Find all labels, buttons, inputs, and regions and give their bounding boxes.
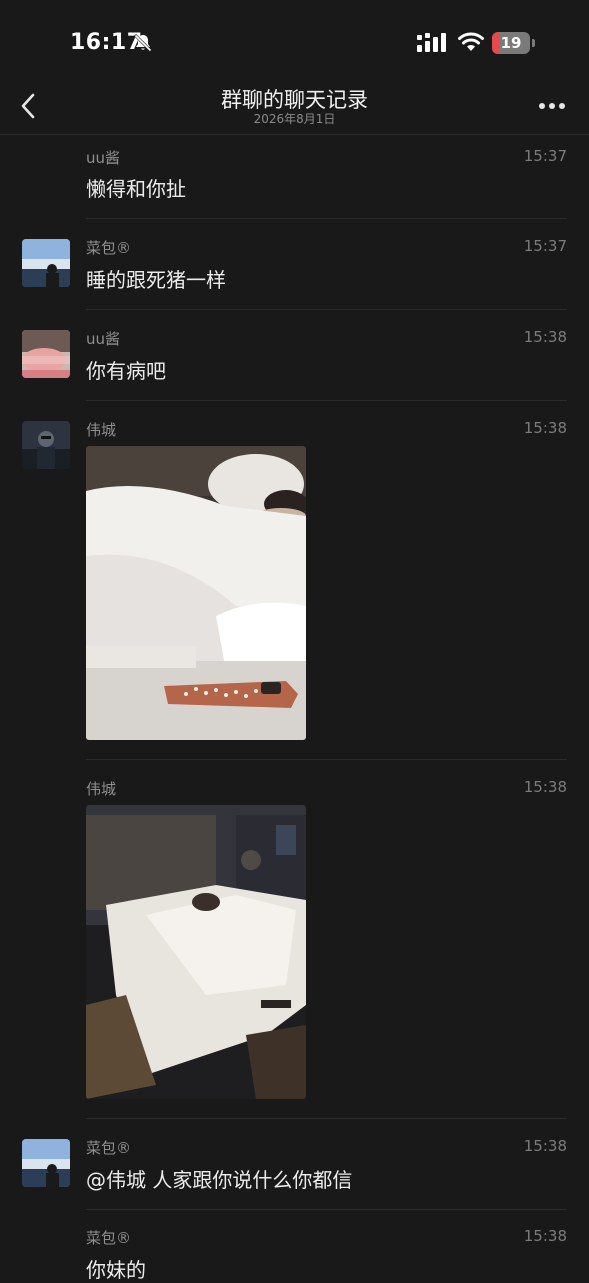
message-time: 15:38	[523, 778, 567, 796]
message-text[interactable]: @伟城 人家跟你说什么你都信	[86, 1164, 352, 1193]
message-text[interactable]: 睡的跟死猪一样	[86, 264, 226, 293]
avatar[interactable]	[22, 239, 70, 287]
avatar[interactable]	[22, 1139, 70, 1187]
bell-slash-icon	[133, 33, 153, 53]
message-sender: 菜包®	[86, 1229, 132, 1247]
message-time: 15:37	[523, 237, 567, 255]
message-time: 15:38	[523, 1137, 567, 1155]
avatar[interactable]	[22, 421, 70, 469]
ellipsis-icon[interactable]	[538, 102, 566, 110]
battery-level: 19	[500, 34, 522, 52]
message-sender: 伟城	[86, 421, 117, 439]
nav-bar: 群聊的聊天记录 2026年8月1日	[0, 80, 589, 135]
status-time: 16:17	[70, 30, 143, 55]
message-time: 15:38	[523, 419, 567, 437]
wifi-icon	[458, 32, 484, 51]
message-sender: 伟城	[86, 780, 117, 798]
message-text[interactable]: 你妹的	[86, 1254, 146, 1283]
message-item: 菜包® 15:38 @伟城 人家跟你说什么你都信	[0, 1119, 589, 1210]
message-sender: 菜包®	[86, 239, 132, 257]
message-text[interactable]: 懒得和你扯	[86, 173, 186, 202]
message-text[interactable]: 你有病吧	[86, 355, 166, 384]
status-bar: 16:17 19	[0, 0, 589, 80]
message-sender: 菜包®	[86, 1139, 132, 1157]
avatar[interactable]	[22, 330, 70, 378]
signal-icon	[417, 33, 446, 52]
message-time: 15:38	[523, 1227, 567, 1245]
message-item: 菜包® 15:37 睡的跟死猪一样	[0, 220, 589, 310]
message-sender: uu酱	[86, 149, 121, 167]
message-sender: uu酱	[86, 330, 121, 348]
message-time: 15:37	[523, 147, 567, 165]
battery-icon: 19	[492, 32, 536, 54]
message-image[interactable]	[86, 446, 306, 740]
message-item: uu酱 15:37 懒得和你扯	[0, 135, 589, 220]
message-time: 15:38	[523, 328, 567, 346]
page-subtitle: 2026年8月1日	[253, 112, 336, 126]
message-image[interactable]	[86, 805, 306, 1099]
message-item: uu酱 15:38 你有病吧	[0, 310, 589, 401]
message-item: 伟城 15:38	[0, 401, 589, 760]
message-item: 伟城 15:38	[0, 760, 589, 1119]
message-item: 菜包® 15:38 你妹的	[0, 1210, 589, 1283]
